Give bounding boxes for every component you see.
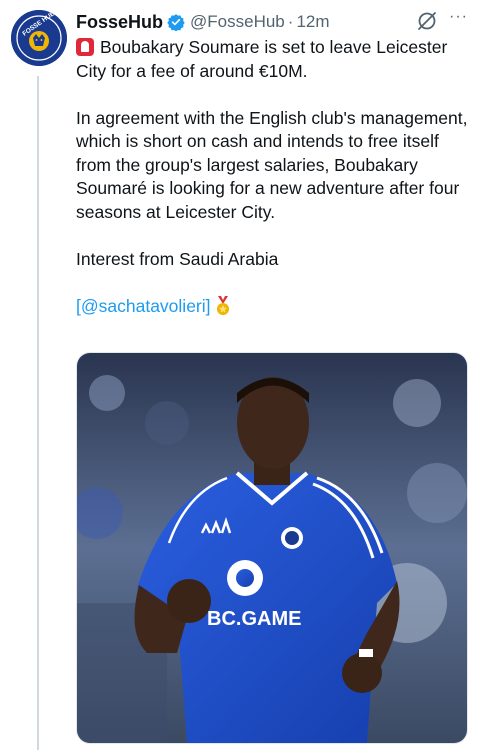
source-credit: [@sachatavolieri]: [76, 295, 468, 319]
tweet-paragraph-1: Boubakary Soumare is set to leave Leices…: [76, 37, 448, 81]
tweet-paragraph-3: Interest from Saudi Arabia: [76, 248, 279, 269]
tweet-header: FosseHub @FosseHub · 12m: [76, 8, 464, 36]
tweet-paragraph-2: In agreement with the English club's man…: [76, 107, 468, 222]
tweet-image[interactable]: BC.GAME: [76, 352, 468, 744]
jersey-sponsor-text: BC.GAME: [207, 608, 301, 630]
author-handle[interactable]: @FosseHub: [190, 12, 285, 32]
separator-dot: ·: [287, 12, 294, 31]
source-mention-link[interactable]: @sachatavolieri: [81, 296, 206, 316]
thread-line: [37, 76, 39, 750]
verified-badge-icon: [167, 13, 185, 32]
author-name[interactable]: FosseHub: [76, 12, 163, 33]
alert-light-icon: [76, 38, 94, 56]
timestamp[interactable]: 12m: [296, 12, 329, 32]
more-icon[interactable]: ···: [449, 8, 468, 26]
grok-icon[interactable]: [416, 10, 438, 32]
medal-icon: [215, 295, 231, 316]
avatar[interactable]: FOSSE HUB: [11, 10, 67, 66]
tweet-text: Boubakary Soumare is set to leave Leices…: [76, 36, 468, 318]
